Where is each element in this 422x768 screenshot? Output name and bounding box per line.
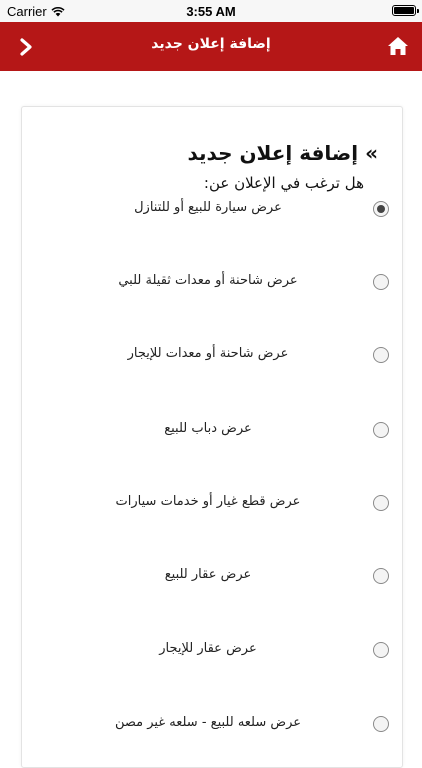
status-time: 3:55 AM	[186, 4, 236, 19]
option-property-sale[interactable]: عرض عقار للبيع	[22, 557, 402, 597]
home-button[interactable]	[384, 32, 412, 60]
page-title: إضافة إعلان جديد	[151, 36, 271, 52]
option-truck-sale[interactable]: عرض شاحنة أو معدات ثقيلة للبي	[22, 263, 402, 303]
chevron-right-icon	[20, 38, 32, 56]
radio-button[interactable]	[373, 642, 389, 658]
option-label: عرض سلعه للبيع - سلعه غير مصن	[114, 715, 302, 730]
option-label: عرض شاحنة أو معدات ثقيلة للبي	[118, 273, 298, 288]
section-heading: » إضافة إعلان جديد	[187, 141, 378, 165]
ad-type-card: » إضافة إعلان جديد هل ترغب في الإعلان عن…	[21, 106, 403, 768]
option-spare-parts[interactable]: عرض قطع غيار أو خدمات سيارات	[22, 484, 402, 524]
option-car-sale[interactable]: عرض سيارة للبيع أو للتنازل	[22, 190, 402, 230]
back-button[interactable]	[12, 34, 40, 60]
option-truck-rent[interactable]: عرض شاحنة أو معدات للإيجار	[22, 336, 402, 376]
option-label: عرض عقار للإيجار	[159, 641, 257, 656]
radio-button[interactable]	[373, 495, 389, 511]
option-label: عرض سيارة للبيع أو للتنازل	[134, 200, 282, 215]
option-label: عرض دباب للبيع	[164, 421, 252, 436]
option-label: عرض عقار للبيع	[164, 567, 252, 582]
radio-button[interactable]	[373, 422, 389, 438]
option-motorbike-sale[interactable]: عرض دباب للبيع	[22, 411, 402, 451]
battery-icon	[392, 5, 419, 16]
radio-button[interactable]	[373, 568, 389, 584]
radio-button[interactable]	[373, 716, 389, 732]
option-label: عرض شاحنة أو معدات للإيجار	[127, 346, 289, 361]
option-goods-sale[interactable]: عرض سلعه للبيع - سلعه غير مصن	[22, 705, 402, 745]
radio-button[interactable]	[373, 347, 389, 363]
radio-button-selected[interactable]	[373, 201, 389, 217]
home-icon	[388, 37, 408, 55]
status-bar: Carrier 3:55 AM	[0, 0, 422, 22]
radio-button[interactable]	[373, 274, 389, 290]
navigation-bar: إضافة إعلان جديد	[0, 22, 422, 71]
option-label: عرض قطع غيار أو خدمات سيارات	[115, 494, 301, 509]
option-property-rent[interactable]: عرض عقار للإيجار	[22, 631, 402, 671]
